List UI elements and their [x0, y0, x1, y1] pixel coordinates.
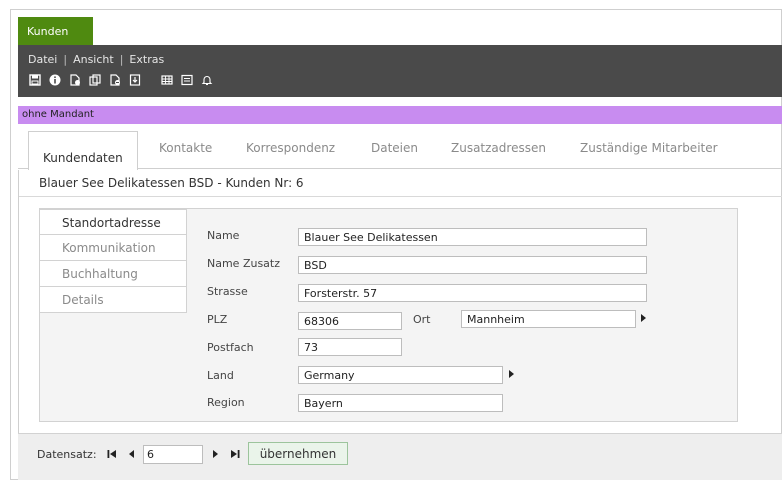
app-tab-kunden[interactable]: Kunden	[18, 17, 93, 45]
copy-icon[interactable]	[89, 74, 101, 86]
mandant-bar: ohne Mandant	[18, 106, 782, 124]
menu-separator: |	[119, 53, 124, 66]
region-label: Region	[207, 396, 245, 409]
export-icon[interactable]	[129, 74, 141, 86]
postfach-field[interactable]: 73	[298, 338, 402, 356]
customer-heading: Blauer See Delikatessen BSD - Kunden Nr:…	[39, 176, 304, 190]
menu-extras[interactable]: Extras	[129, 53, 164, 66]
bell-icon[interactable]	[201, 74, 213, 86]
sidenav-kommunikation[interactable]: Kommunikation	[39, 235, 187, 261]
tab-korrespondenz[interactable]: Korrespondenz	[246, 141, 335, 155]
tab-bar: Kundendaten Kontakte Korrespondenz Datei…	[18, 131, 782, 170]
tab-zustaendige-mitarbeiter[interactable]: Zuständige Mitarbeiter	[580, 141, 718, 155]
address-sidenav: Standortadresse Kommunikation Buchhaltun…	[39, 209, 187, 313]
postfach-label: Postfach	[207, 341, 254, 354]
tab-kontakte[interactable]: Kontakte	[159, 141, 212, 155]
name-label: Name	[207, 229, 240, 242]
menu-separator: |	[63, 53, 68, 66]
plz-field[interactable]: 68306	[298, 312, 402, 330]
menu-datei[interactable]: Datei	[28, 53, 57, 66]
name-zusatz-label: Name Zusatz	[207, 257, 281, 270]
sidenav-standortadresse[interactable]: Standortadresse	[39, 209, 187, 235]
table-icon[interactable]	[161, 74, 173, 86]
region-field[interactable]: Bayern	[298, 394, 503, 412]
toolbar-icons	[29, 71, 221, 89]
name-field[interactable]: Blauer See Delikatessen	[298, 228, 647, 246]
form-icon[interactable]	[181, 74, 193, 86]
app-tabbar: Kunden	[10, 9, 782, 45]
sidenav-buchhaltung[interactable]: Buchhaltung	[39, 261, 187, 287]
menu-bar: Datei | Ansicht | Extras	[28, 53, 164, 66]
name-zusatz-field[interactable]: BSD	[298, 256, 647, 274]
land-label: Land	[207, 369, 234, 382]
land-field[interactable]: Germany	[298, 366, 503, 384]
tab-kundendaten[interactable]: Kundendaten	[28, 131, 138, 170]
plz-label: PLZ	[207, 313, 228, 326]
ort-dropdown-arrow-icon[interactable]	[641, 314, 646, 322]
save-icon[interactable]	[29, 74, 41, 86]
sidenav-details[interactable]: Details	[39, 287, 187, 313]
datensatz-label: Datensatz:	[37, 448, 97, 461]
last-record-icon[interactable]	[230, 449, 240, 459]
new-document-icon[interactable]	[69, 74, 81, 86]
ort-label: Ort	[413, 313, 431, 326]
apply-button[interactable]: übernehmen	[248, 442, 348, 465]
strasse-label: Strasse	[207, 285, 248, 298]
ort-field[interactable]: Mannheim	[461, 310, 636, 328]
land-dropdown-arrow-icon[interactable]	[509, 370, 514, 378]
first-record-icon[interactable]	[107, 449, 117, 459]
record-number-input[interactable]: 6	[143, 445, 203, 464]
delete-document-icon[interactable]	[109, 74, 121, 86]
toolbar: Datei | Ansicht | Extras	[18, 45, 782, 97]
next-record-icon[interactable]	[210, 449, 220, 459]
strasse-field[interactable]: Forsterstr. 57	[298, 284, 647, 302]
tab-dateien[interactable]: Dateien	[371, 141, 418, 155]
divider	[19, 196, 782, 197]
previous-record-icon[interactable]	[127, 449, 137, 459]
menu-ansicht[interactable]: Ansicht	[73, 53, 114, 66]
info-icon[interactable]	[49, 74, 61, 86]
tab-zusatzadressen[interactable]: Zusatzadressen	[451, 141, 546, 155]
